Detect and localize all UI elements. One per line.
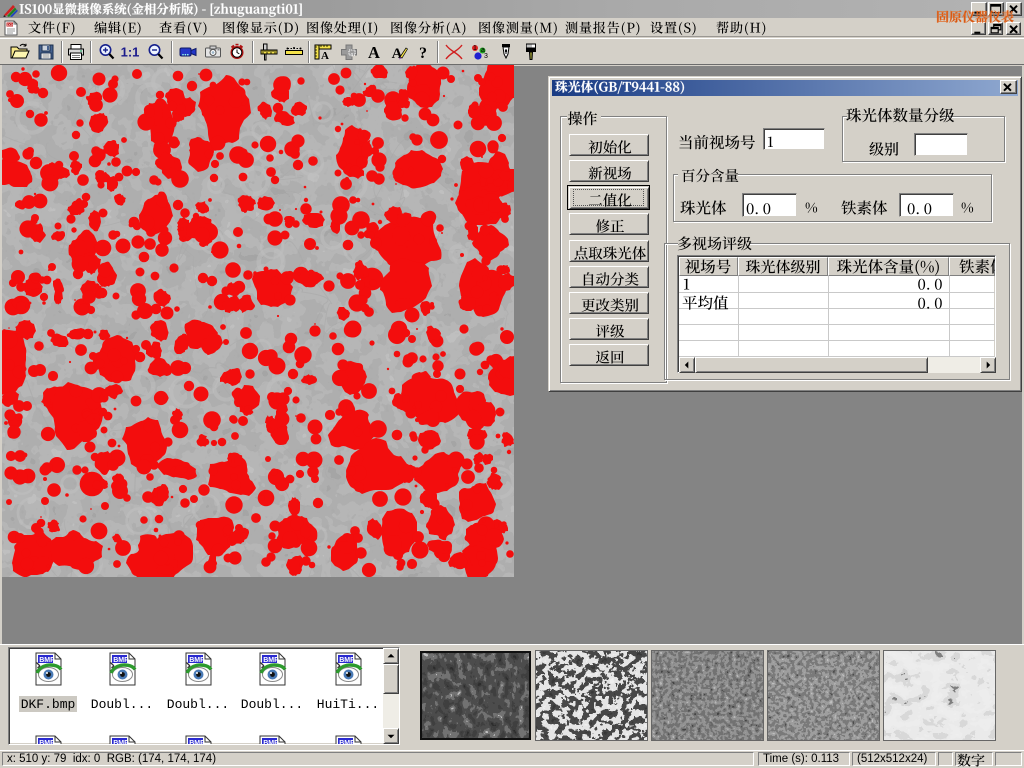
svg-text:BMP: BMP [39, 657, 55, 664]
svg-text:BMP: BMP [189, 657, 205, 664]
svg-text:DOC: DOC [7, 23, 15, 27]
svg-text:BMP: BMP [39, 740, 55, 745]
svg-text:BMP: BMP [189, 740, 205, 745]
svg-text:BMP: BMP [113, 740, 129, 745]
svg-text:A: A [392, 46, 403, 62]
svg-text:BMP: BMP [263, 657, 279, 664]
svg-text:3: 3 [484, 53, 488, 60]
svg-text:A: A [368, 43, 380, 62]
svg-text:BMP: BMP [339, 740, 355, 745]
svg-text:BMP: BMP [113, 657, 129, 664]
svg-text:BMP: BMP [339, 657, 355, 664]
svg-text:BMP: BMP [263, 740, 279, 745]
svg-text:A: A [321, 50, 329, 62]
svg-text:?: ? [419, 45, 427, 62]
svg-text:1:1: 1:1 [121, 45, 140, 60]
svg-text:1: 1 [473, 45, 477, 52]
